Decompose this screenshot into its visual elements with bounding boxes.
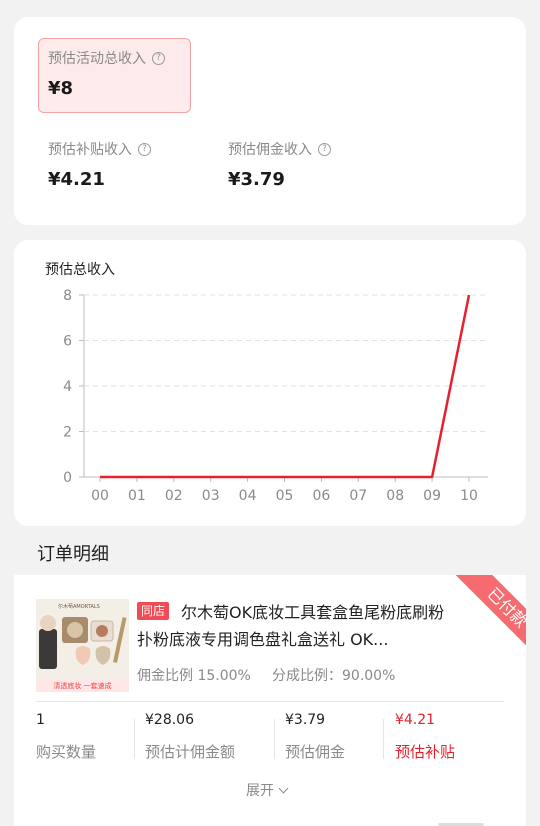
x-tick-label: 08 xyxy=(386,488,404,504)
commission-ratio: 佣金比例 15.00% xyxy=(137,668,251,684)
y-tick-label: 0 xyxy=(63,470,72,486)
purchase-qty-value: 1 xyxy=(36,712,45,728)
x-tick-label: 09 xyxy=(423,488,441,504)
column-divider xyxy=(383,719,384,759)
divider xyxy=(36,701,504,702)
x-tick-label: 01 xyxy=(128,488,146,504)
income-summary-card: 预估活动总收入 ? ¥8 预估补贴收入 ? ¥4.21 预估佣金收入 ? ¥3.… xyxy=(14,17,526,225)
expand-button[interactable]: 展开 xyxy=(246,780,289,800)
y-tick-label: 8 xyxy=(63,288,72,304)
income-chart-card: 预估总收入 0 2 4 6 8 00 01 02 03 04 05 06 07 08 09 10 xyxy=(14,240,526,526)
column-divider xyxy=(274,719,275,759)
x-tick-label: 10 xyxy=(460,488,478,504)
commission-base-label: 预估计佣金额 xyxy=(145,743,236,761)
paid-status-ribbon: 已付款 xyxy=(444,575,526,671)
column-divider xyxy=(134,719,135,759)
y-tick-label: 2 xyxy=(63,425,72,441)
income-line-chart: 0246800 01 02 03 04 05 06 07 08 09 10 xyxy=(63,288,488,504)
est-commission-value: ¥3.79 xyxy=(285,712,326,728)
x-tick-label: 04 xyxy=(239,488,257,504)
help-icon[interactable]: ? xyxy=(318,142,331,156)
y-tick-label: 6 xyxy=(63,334,72,350)
y-tick-label: 4 xyxy=(63,379,72,395)
x-tick-label: 00 xyxy=(91,488,109,504)
chevron-down-icon xyxy=(278,783,289,793)
product-thumbnail[interactable]: 尔木萄AMORTALS 清透底妆 一套速成 xyxy=(36,599,129,692)
x-tick-label: 06 xyxy=(312,488,330,504)
help-icon[interactable]: ? xyxy=(152,51,165,65)
est-subsidy-label: 预估补贴 xyxy=(395,743,456,761)
commission-income-label: 预估佣金收入 ? xyxy=(228,139,331,159)
total-income-label: 预估活动总收入 ? xyxy=(48,48,165,68)
total-income-value: ¥8 xyxy=(48,78,74,99)
product-title[interactable]: 尔木萄OK底妆工具套盒鱼尾粉底刷粉扑粉底液专用调色盘礼盒送礼 OK... xyxy=(137,599,455,653)
expand-label: 展开 xyxy=(246,783,274,799)
subsidy-income-label: 预估补贴收入 ? xyxy=(48,139,151,159)
subsidy-income-value: ¥4.21 xyxy=(48,169,105,190)
est-commission-label: 预估佣金 xyxy=(285,743,346,761)
commission-base-value: ¥28.06 xyxy=(145,712,194,728)
help-icon[interactable]: ? xyxy=(138,142,151,156)
thumbnail-caption: 清透底妆 一套速成 xyxy=(53,682,112,690)
x-tick-label: 05 xyxy=(276,488,294,504)
same-store-tag: 同店 xyxy=(137,602,170,620)
x-tick-label: 02 xyxy=(165,488,183,504)
order-details-title: 订单明细 xyxy=(37,544,109,565)
x-tick-label: 07 xyxy=(349,488,367,504)
est-subsidy-value: ¥4.21 xyxy=(395,712,436,728)
order-card[interactable]: 尔木萄AMORTALS 清透底妆 一套速成 尔木萄OK底妆工具套盒鱼尾粉底刷粉扑… xyxy=(14,575,526,826)
share-ratio: 分成比例：90.00% xyxy=(272,668,396,684)
purchase-qty-label: 购买数量 xyxy=(36,743,97,761)
x-tick-label: 03 xyxy=(202,488,220,504)
commission-income-value: ¥3.79 xyxy=(228,169,285,190)
